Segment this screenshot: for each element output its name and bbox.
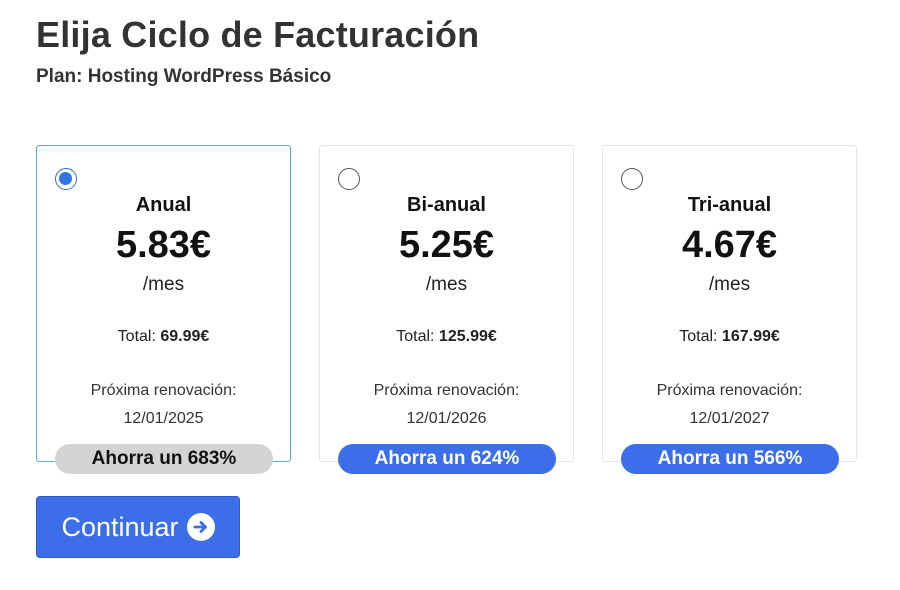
continue-label: Continuar	[61, 511, 179, 542]
cycle-total: Total: 167.99€	[603, 328, 856, 346]
renewal-date: 12/01/2025	[123, 410, 204, 427]
savings-badge: Ahorra un 683%	[55, 444, 273, 474]
cycle-name: Tri-anual	[687, 194, 772, 216]
radio-anual[interactable]	[55, 168, 77, 190]
renewal-date: 12/01/2026	[406, 410, 487, 427]
radio-tri-anual[interactable]	[621, 168, 643, 190]
price-period: /mes	[142, 274, 185, 295]
billing-cycle-card-tri-anual[interactable]: Tri-anual 4.67€ /mes Total: 167.99€ Próx…	[602, 145, 857, 474]
cycle-name: Anual	[135, 194, 192, 216]
plan-subtitle: Plan: Hosting WordPress Básico	[36, 66, 332, 87]
renewal-label: Próxima renovación:	[373, 382, 520, 399]
radio-bi-anual[interactable]	[338, 168, 360, 190]
total-label: Total:	[679, 328, 718, 345]
cycle-name: Bi-anual	[407, 194, 486, 216]
renewal-date: 12/01/2027	[689, 410, 770, 427]
cycle-price: 5.25€	[398, 224, 495, 266]
renewal-label: Próxima renovación:	[656, 382, 803, 399]
savings-badge: Ahorra un 624%	[338, 444, 556, 474]
renewal-label: Próxima renovación:	[90, 382, 237, 399]
price-period: /mes	[708, 274, 751, 295]
total-label: Total:	[396, 328, 435, 345]
total-value: 69.99€	[160, 328, 210, 345]
total-value: 125.99€	[438, 328, 497, 345]
billing-cycle-card-bi-anual[interactable]: Bi-anual 5.25€ /mes Total: 125.99€ Próxi…	[319, 145, 574, 474]
page-title: Elija Ciclo de Facturación	[36, 14, 480, 55]
savings-badge: Ahorra un 566%	[621, 444, 839, 474]
cycle-total: Total: 125.99€	[320, 328, 573, 346]
cycle-total: Total: 69.99€	[37, 328, 290, 346]
arrow-right-circle-icon	[186, 513, 215, 541]
cycle-price: 4.67€	[681, 224, 778, 266]
cycle-price: 5.83€	[115, 224, 212, 266]
continue-button[interactable]: Continuar	[36, 496, 240, 558]
price-period: /mes	[425, 274, 468, 295]
billing-cycle-card-anual[interactable]: Anual 5.83€ /mes Total: 69.99€ Próxima r…	[36, 145, 291, 474]
total-value: 167.99€	[721, 328, 780, 345]
total-label: Total:	[117, 328, 156, 345]
